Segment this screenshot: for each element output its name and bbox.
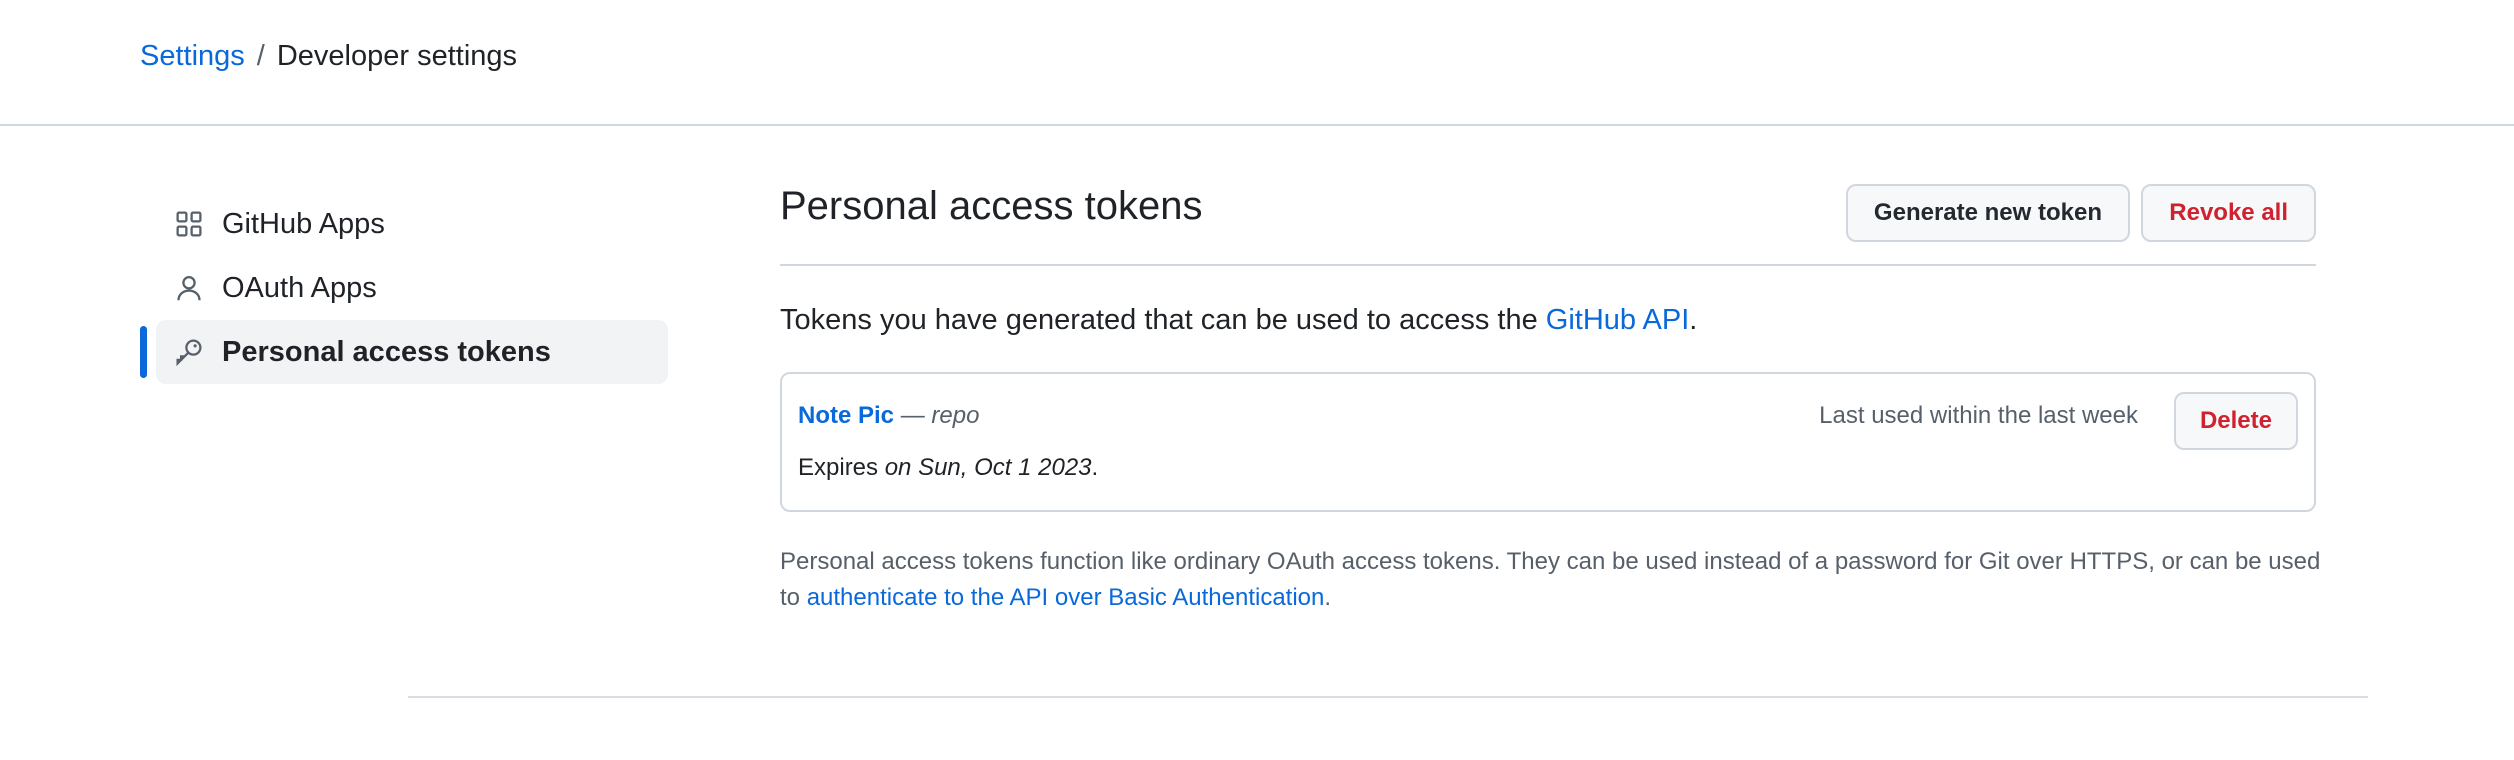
sidebar-item-oauth-apps[interactable]: OAuth Apps <box>156 256 668 320</box>
token-expiration: Expires on Sun, Oct 1 2023. <box>798 452 1098 484</box>
sidebar-item-label: OAuth Apps <box>222 271 377 304</box>
breadcrumb-settings-link[interactable]: Settings <box>140 40 245 72</box>
person-icon <box>174 273 204 303</box>
breadcrumb-current: Developer settings <box>276 40 518 72</box>
generate-new-token-button[interactable]: Generate new token <box>1845 184 2130 242</box>
tokens-help-note: Personal access tokens function like ord… <box>780 544 2340 616</box>
github-api-link[interactable]: GitHub API <box>1546 304 1689 336</box>
key-icon <box>174 337 204 367</box>
revoke-all-button[interactable]: Revoke all <box>2141 184 2316 242</box>
sidebar-item-label: GitHub Apps <box>222 207 385 240</box>
page-title: Personal access tokens <box>780 184 1203 228</box>
breadcrumb: Settings / Developer settings <box>140 38 517 74</box>
sidebar-nav: GitHub Apps OAuth Apps Personal access t… <box>140 192 668 384</box>
sidebar-item-github-apps[interactable]: GitHub Apps <box>156 192 668 256</box>
delete-token-button[interactable]: Delete <box>2173 392 2298 450</box>
token-title-line: Note Pic — repo <box>798 400 979 432</box>
page-header: Personal access tokens Generate new toke… <box>780 170 2316 266</box>
top-header: Settings / Developer settings <box>0 0 2514 126</box>
basic-auth-link[interactable]: authenticate to the API over Basic Authe… <box>807 584 1325 611</box>
footer-divider <box>408 696 2368 698</box>
intro-text: Tokens you have generated that can be us… <box>780 300 1697 340</box>
main-content: Personal access tokens Generate new toke… <box>780 170 2320 611</box>
intro-text-body: Tokens you have generated that can be us… <box>780 304 1546 336</box>
breadcrumb-separator: / <box>256 40 265 72</box>
intro-text-end: . <box>1689 304 1698 336</box>
token-name-link[interactable]: Note Pic <box>798 402 894 429</box>
token-expires-prefix: Expires <box>798 454 885 481</box>
token-expires-date: on Sun, Oct 1 2023 <box>884 454 1092 481</box>
token-scope: repo <box>931 402 980 429</box>
token-last-used: Last used within the last week <box>1819 402 2138 429</box>
sidebar-item-personal-access-tokens[interactable]: Personal access tokens <box>140 320 668 384</box>
token-list-item: Note Pic — repo Last used within the las… <box>780 372 2316 512</box>
help-note-end: . <box>1324 584 1332 611</box>
token-expires-end: . <box>1091 454 1099 481</box>
token-dash: — <box>894 402 932 429</box>
sidebar-item-label: Personal access tokens <box>222 335 551 368</box>
apps-grid-icon <box>174 209 204 239</box>
